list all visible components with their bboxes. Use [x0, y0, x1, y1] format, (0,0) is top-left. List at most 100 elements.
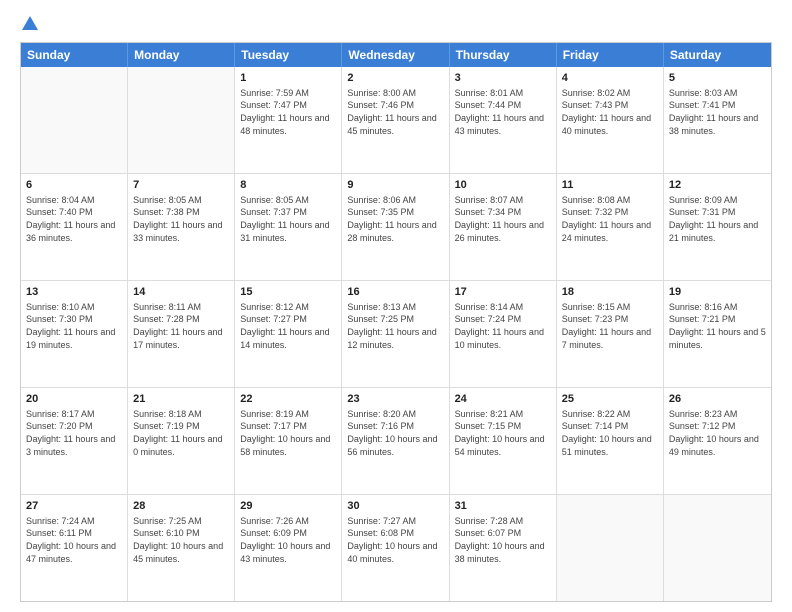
calendar-week-row: 1Sunrise: 7:59 AM Sunset: 7:47 PM Daylig… — [21, 67, 771, 173]
cell-content: Sunrise: 8:12 AM Sunset: 7:27 PM Dayligh… — [240, 301, 336, 351]
calendar-header-day: Friday — [557, 43, 664, 67]
calendar-cell: 19Sunrise: 8:16 AM Sunset: 7:21 PM Dayli… — [664, 281, 771, 387]
calendar-cell: 27Sunrise: 7:24 AM Sunset: 6:11 PM Dayli… — [21, 495, 128, 601]
header — [20, 16, 772, 32]
calendar-header-day: Tuesday — [235, 43, 342, 67]
calendar-cell: 4Sunrise: 8:02 AM Sunset: 7:43 PM Daylig… — [557, 67, 664, 173]
cell-content: Sunrise: 8:19 AM Sunset: 7:17 PM Dayligh… — [240, 408, 336, 458]
cell-content: Sunrise: 8:22 AM Sunset: 7:14 PM Dayligh… — [562, 408, 658, 458]
calendar-cell: 1Sunrise: 7:59 AM Sunset: 7:47 PM Daylig… — [235, 67, 342, 173]
day-number: 5 — [669, 71, 766, 86]
day-number: 24 — [455, 392, 551, 407]
cell-content: Sunrise: 8:08 AM Sunset: 7:32 PM Dayligh… — [562, 194, 658, 244]
cell-content: Sunrise: 7:24 AM Sunset: 6:11 PM Dayligh… — [26, 515, 122, 565]
cell-content: Sunrise: 8:21 AM Sunset: 7:15 PM Dayligh… — [455, 408, 551, 458]
calendar-cell — [128, 67, 235, 173]
cell-content: Sunrise: 8:05 AM Sunset: 7:37 PM Dayligh… — [240, 194, 336, 244]
day-number: 4 — [562, 71, 658, 86]
calendar-cell: 29Sunrise: 7:26 AM Sunset: 6:09 PM Dayli… — [235, 495, 342, 601]
day-number: 28 — [133, 499, 229, 514]
day-number: 19 — [669, 285, 766, 300]
cell-content: Sunrise: 8:00 AM Sunset: 7:46 PM Dayligh… — [347, 87, 443, 137]
cell-content: Sunrise: 8:13 AM Sunset: 7:25 PM Dayligh… — [347, 301, 443, 351]
calendar-cell: 22Sunrise: 8:19 AM Sunset: 7:17 PM Dayli… — [235, 388, 342, 494]
calendar-week-row: 27Sunrise: 7:24 AM Sunset: 6:11 PM Dayli… — [21, 494, 771, 601]
calendar-cell: 10Sunrise: 8:07 AM Sunset: 7:34 PM Dayli… — [450, 174, 557, 280]
cell-content: Sunrise: 7:59 AM Sunset: 7:47 PM Dayligh… — [240, 87, 336, 137]
cell-content: Sunrise: 7:28 AM Sunset: 6:07 PM Dayligh… — [455, 515, 551, 565]
calendar-cell: 12Sunrise: 8:09 AM Sunset: 7:31 PM Dayli… — [664, 174, 771, 280]
day-number: 6 — [26, 178, 122, 193]
calendar-cell: 15Sunrise: 8:12 AM Sunset: 7:27 PM Dayli… — [235, 281, 342, 387]
day-number: 25 — [562, 392, 658, 407]
cell-content: Sunrise: 8:06 AM Sunset: 7:35 PM Dayligh… — [347, 194, 443, 244]
calendar-cell: 17Sunrise: 8:14 AM Sunset: 7:24 PM Dayli… — [450, 281, 557, 387]
calendar-cell: 25Sunrise: 8:22 AM Sunset: 7:14 PM Dayli… — [557, 388, 664, 494]
cell-content: Sunrise: 8:20 AM Sunset: 7:16 PM Dayligh… — [347, 408, 443, 458]
calendar-cell: 5Sunrise: 8:03 AM Sunset: 7:41 PM Daylig… — [664, 67, 771, 173]
day-number: 27 — [26, 499, 122, 514]
calendar-cell: 9Sunrise: 8:06 AM Sunset: 7:35 PM Daylig… — [342, 174, 449, 280]
calendar: SundayMondayTuesdayWednesdayThursdayFrid… — [20, 42, 772, 602]
cell-content: Sunrise: 8:04 AM Sunset: 7:40 PM Dayligh… — [26, 194, 122, 244]
calendar-header: SundayMondayTuesdayWednesdayThursdayFrid… — [21, 43, 771, 67]
calendar-cell: 14Sunrise: 8:11 AM Sunset: 7:28 PM Dayli… — [128, 281, 235, 387]
cell-content: Sunrise: 8:03 AM Sunset: 7:41 PM Dayligh… — [669, 87, 766, 137]
day-number: 9 — [347, 178, 443, 193]
calendar-header-day: Thursday — [450, 43, 557, 67]
calendar-cell — [664, 495, 771, 601]
calendar-cell: 11Sunrise: 8:08 AM Sunset: 7:32 PM Dayli… — [557, 174, 664, 280]
calendar-header-day: Sunday — [21, 43, 128, 67]
cell-content: Sunrise: 8:23 AM Sunset: 7:12 PM Dayligh… — [669, 408, 766, 458]
calendar-cell: 8Sunrise: 8:05 AM Sunset: 7:37 PM Daylig… — [235, 174, 342, 280]
cell-content: Sunrise: 8:10 AM Sunset: 7:30 PM Dayligh… — [26, 301, 122, 351]
day-number: 21 — [133, 392, 229, 407]
day-number: 26 — [669, 392, 766, 407]
calendar-cell: 28Sunrise: 7:25 AM Sunset: 6:10 PM Dayli… — [128, 495, 235, 601]
calendar-cell — [21, 67, 128, 173]
day-number: 31 — [455, 499, 551, 514]
calendar-header-day: Saturday — [664, 43, 771, 67]
calendar-cell: 24Sunrise: 8:21 AM Sunset: 7:15 PM Dayli… — [450, 388, 557, 494]
calendar-cell: 26Sunrise: 8:23 AM Sunset: 7:12 PM Dayli… — [664, 388, 771, 494]
cell-content: Sunrise: 8:15 AM Sunset: 7:23 PM Dayligh… — [562, 301, 658, 351]
cell-content: Sunrise: 8:09 AM Sunset: 7:31 PM Dayligh… — [669, 194, 766, 244]
calendar-header-day: Monday — [128, 43, 235, 67]
calendar-cell: 21Sunrise: 8:18 AM Sunset: 7:19 PM Dayli… — [128, 388, 235, 494]
day-number: 22 — [240, 392, 336, 407]
day-number: 10 — [455, 178, 551, 193]
calendar-body: 1Sunrise: 7:59 AM Sunset: 7:47 PM Daylig… — [21, 67, 771, 601]
calendar-cell: 23Sunrise: 8:20 AM Sunset: 7:16 PM Dayli… — [342, 388, 449, 494]
day-number: 11 — [562, 178, 658, 193]
cell-content: Sunrise: 7:26 AM Sunset: 6:09 PM Dayligh… — [240, 515, 336, 565]
cell-content: Sunrise: 8:17 AM Sunset: 7:20 PM Dayligh… — [26, 408, 122, 458]
cell-content: Sunrise: 8:11 AM Sunset: 7:28 PM Dayligh… — [133, 301, 229, 351]
calendar-cell: 13Sunrise: 8:10 AM Sunset: 7:30 PM Dayli… — [21, 281, 128, 387]
cell-content: Sunrise: 8:05 AM Sunset: 7:38 PM Dayligh… — [133, 194, 229, 244]
calendar-week-row: 13Sunrise: 8:10 AM Sunset: 7:30 PM Dayli… — [21, 280, 771, 387]
calendar-cell: 30Sunrise: 7:27 AM Sunset: 6:08 PM Dayli… — [342, 495, 449, 601]
page: SundayMondayTuesdayWednesdayThursdayFrid… — [0, 0, 792, 612]
day-number: 13 — [26, 285, 122, 300]
calendar-cell — [557, 495, 664, 601]
day-number: 30 — [347, 499, 443, 514]
calendar-cell: 7Sunrise: 8:05 AM Sunset: 7:38 PM Daylig… — [128, 174, 235, 280]
calendar-cell: 18Sunrise: 8:15 AM Sunset: 7:23 PM Dayli… — [557, 281, 664, 387]
day-number: 16 — [347, 285, 443, 300]
day-number: 15 — [240, 285, 336, 300]
calendar-cell: 20Sunrise: 8:17 AM Sunset: 7:20 PM Dayli… — [21, 388, 128, 494]
cell-content: Sunrise: 8:01 AM Sunset: 7:44 PM Dayligh… — [455, 87, 551, 137]
day-number: 1 — [240, 71, 336, 86]
day-number: 2 — [347, 71, 443, 86]
day-number: 23 — [347, 392, 443, 407]
calendar-cell: 16Sunrise: 8:13 AM Sunset: 7:25 PM Dayli… — [342, 281, 449, 387]
cell-content: Sunrise: 8:16 AM Sunset: 7:21 PM Dayligh… — [669, 301, 766, 351]
day-number: 17 — [455, 285, 551, 300]
day-number: 14 — [133, 285, 229, 300]
calendar-cell: 31Sunrise: 7:28 AM Sunset: 6:07 PM Dayli… — [450, 495, 557, 601]
logo — [20, 16, 38, 32]
cell-content: Sunrise: 7:25 AM Sunset: 6:10 PM Dayligh… — [133, 515, 229, 565]
day-number: 29 — [240, 499, 336, 514]
calendar-header-day: Wednesday — [342, 43, 449, 67]
day-number: 3 — [455, 71, 551, 86]
